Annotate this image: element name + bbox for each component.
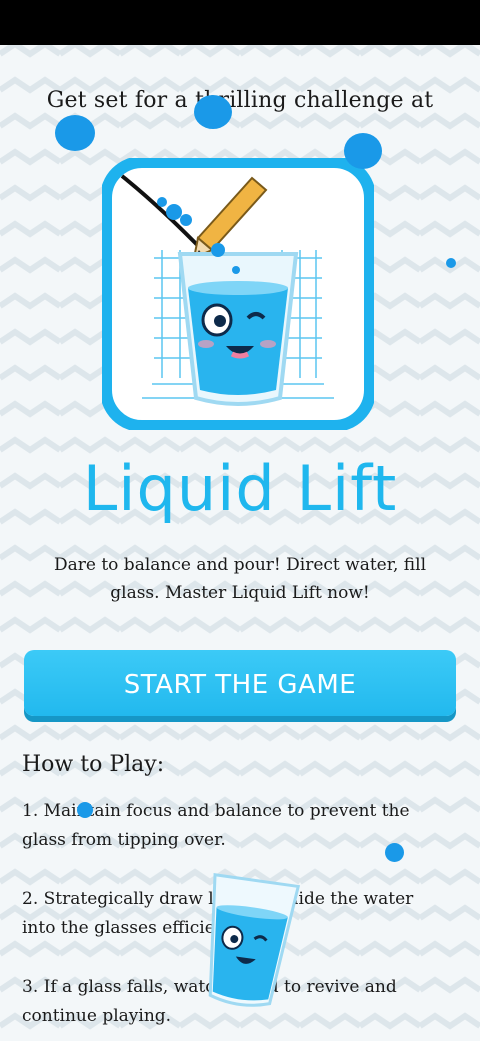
tagline: Dare to balance and pour! Direct water, … bbox=[53, 555, 427, 603]
intro-text: Get set for a thrilling challenge at bbox=[46, 88, 434, 113]
app-title: Liquid Lift bbox=[82, 452, 398, 525]
water-drop-icon bbox=[446, 258, 456, 268]
water-drop-icon bbox=[55, 115, 95, 151]
water-drop-icon bbox=[385, 843, 404, 862]
water-drop-icon bbox=[77, 802, 93, 818]
water-drop-icon bbox=[344, 133, 382, 169]
status-bar bbox=[0, 0, 480, 45]
glass-mascot-icon bbox=[177, 252, 299, 406]
app-logo bbox=[102, 158, 374, 430]
start-game-button[interactable]: START THE GAME bbox=[24, 650, 456, 716]
water-drop-icon bbox=[194, 95, 232, 129]
glass-mascot-icon bbox=[208, 873, 301, 1007]
how-to-play-title: How to Play: bbox=[22, 752, 165, 777]
